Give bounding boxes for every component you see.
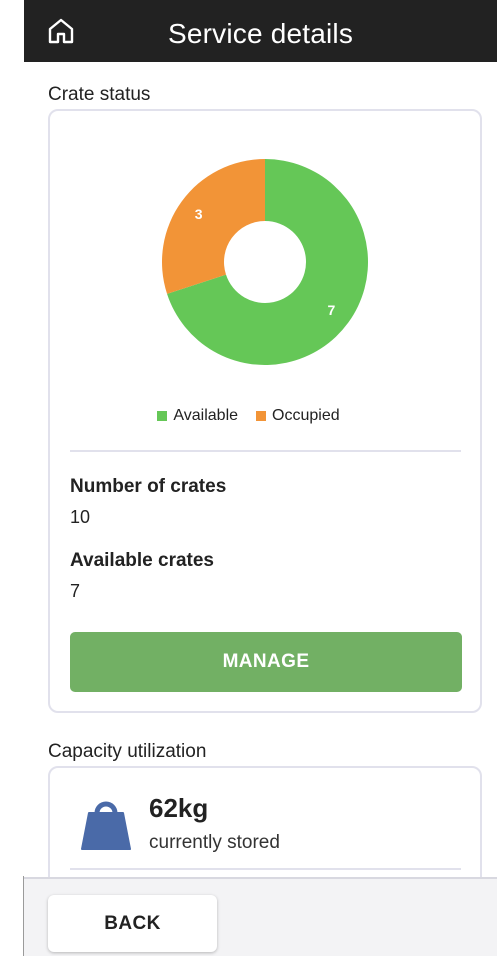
legend-label-available: Available: [173, 407, 239, 424]
home-button[interactable]: [44, 14, 78, 48]
available-crates-value: 7: [70, 581, 81, 601]
legend-item-available: Available: [157, 407, 238, 425]
available-crates-label: Available crates: [70, 550, 214, 571]
capacity-value: 62kg: [149, 793, 209, 823]
number-of-crates-value: 10: [70, 507, 91, 527]
donut-label-available: 7: [327, 302, 335, 318]
number-of-crates-label: Number of crates: [70, 476, 227, 497]
legend-label-occupied: Occupied: [272, 407, 340, 424]
donut-label-occupied: 3: [195, 206, 203, 222]
left-edge: [0, 0, 24, 956]
card-divider: [70, 450, 461, 452]
legend-swatch-occupied: [256, 411, 267, 421]
donut-slice-occupied: [162, 159, 265, 294]
page-title: Service details: [167, 18, 354, 49]
crate-donut-chart: 73: [162, 159, 368, 365]
back-button[interactable]: BACK: [48, 895, 217, 952]
capacity-divider: [70, 868, 461, 870]
weight-icon: [81, 801, 131, 850]
legend-item-occupied: Occupied: [256, 407, 340, 425]
legend-swatch-available: [157, 411, 168, 421]
capacity-subtitle: currently stored: [149, 832, 280, 853]
home-icon: [48, 18, 74, 44]
crate-status-label: Crate status: [48, 84, 151, 105]
capacity-utilization-label: Capacity utilization: [48, 741, 207, 762]
chart-legend: Available Occupied: [0, 405, 497, 427]
manage-button[interactable]: MANAGE: [70, 632, 462, 692]
donut-svg: 73: [162, 159, 368, 365]
app-header: Service details: [24, 0, 497, 62]
